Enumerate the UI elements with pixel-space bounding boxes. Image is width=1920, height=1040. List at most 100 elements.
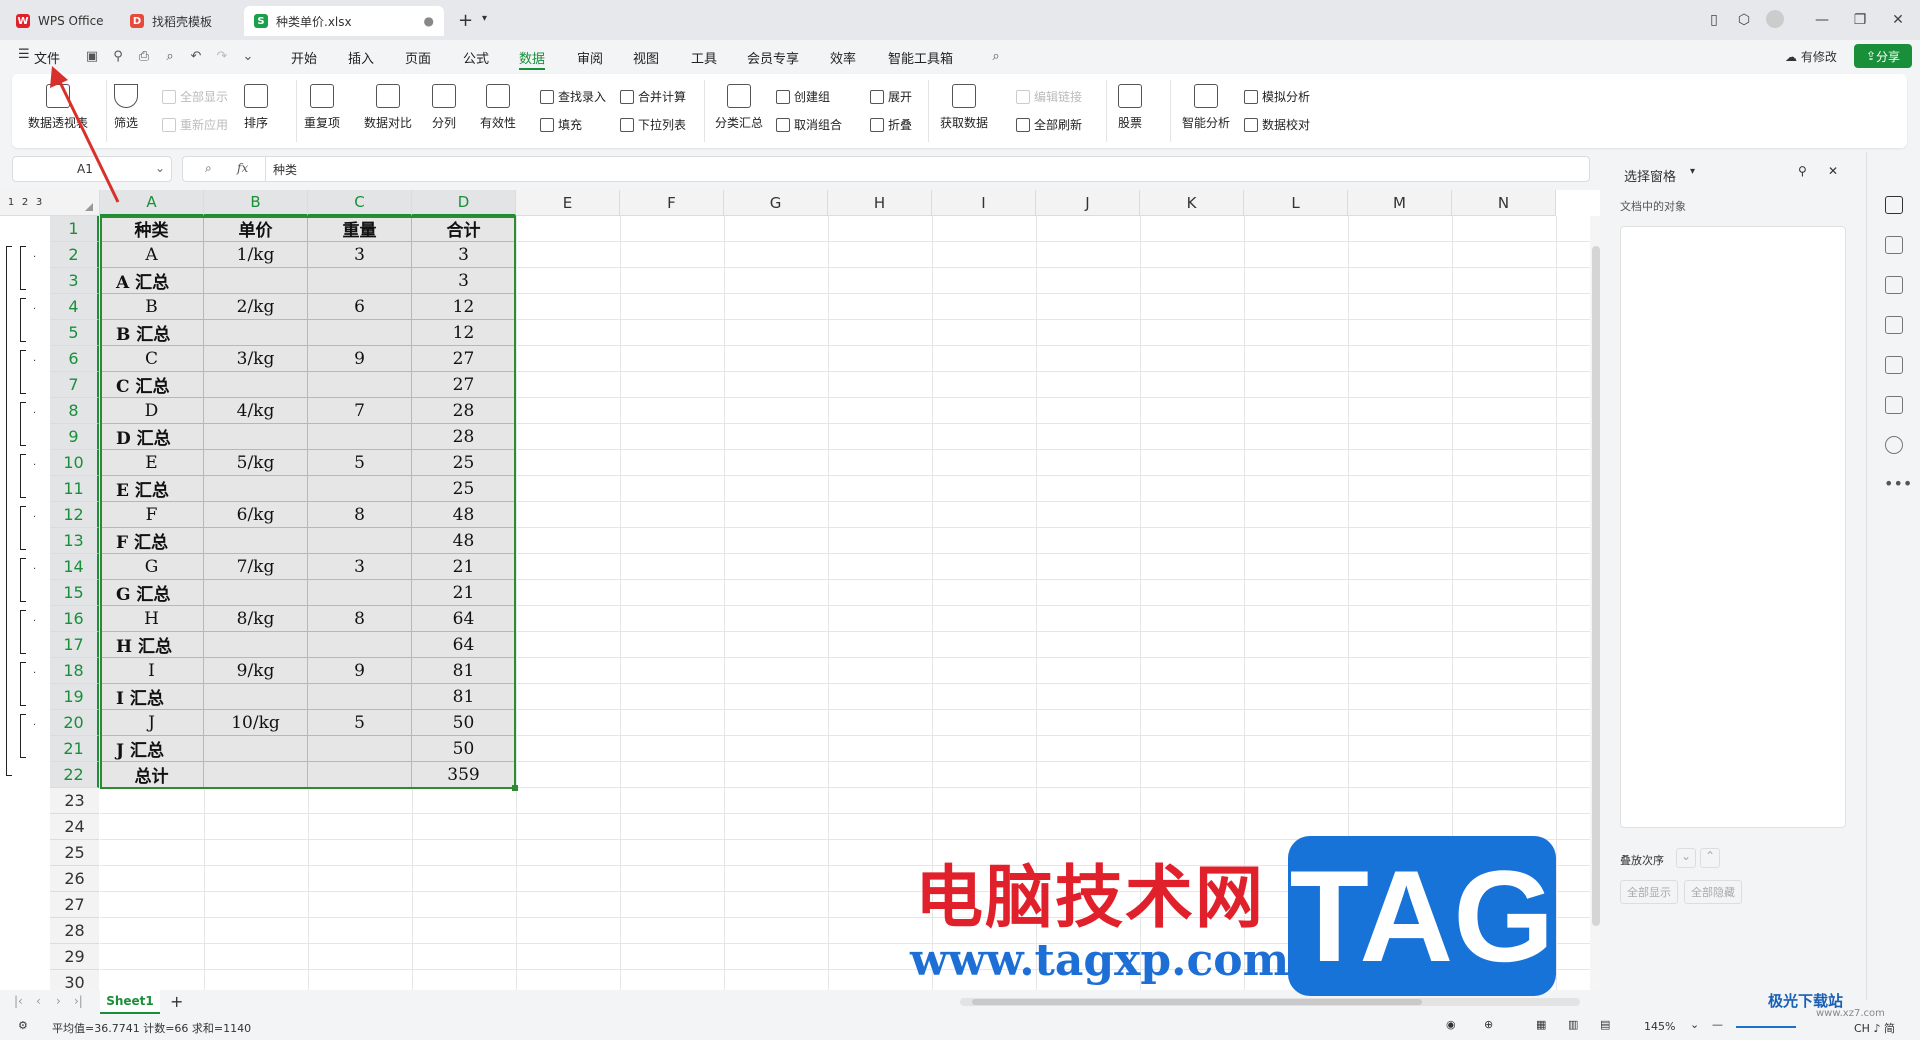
chevron-down-icon[interactable]: ▾	[482, 13, 487, 24]
cell-a13[interactable]: F 汇总	[100, 528, 204, 554]
create-group-button[interactable]: 创建组	[776, 88, 830, 105]
row-header-28[interactable]: 28	[50, 918, 99, 944]
pin-icon[interactable]: ⚲	[110, 48, 126, 64]
cell-a6[interactable]: C	[100, 346, 204, 372]
cube-icon[interactable]: ⬡	[1734, 10, 1754, 30]
hamburger-icon[interactable]: ☰	[18, 47, 30, 62]
cell-a4[interactable]: B	[100, 294, 204, 320]
row-header-27[interactable]: 27	[50, 892, 99, 918]
row-header-16[interactable]: 16	[50, 606, 99, 632]
cell-d21[interactable]: 50	[412, 736, 516, 762]
restore-icon[interactable]: ❐	[1850, 10, 1870, 30]
collapse-button[interactable]: 折叠	[870, 116, 912, 133]
cell-d7[interactable]: 27	[412, 372, 516, 398]
cell-a15[interactable]: G 汇总	[100, 580, 204, 606]
tab-docer[interactable]: D 找稻壳模板	[120, 6, 238, 36]
next-sheet-icon[interactable]: ›	[56, 994, 61, 1008]
layout-icon[interactable]: ▯	[1704, 10, 1724, 30]
cell-b3[interactable]	[204, 268, 308, 294]
cell-c18[interactable]: 9	[308, 658, 412, 684]
changes-indicator[interactable]: ☁ 有修改	[1785, 48, 1837, 65]
comment-icon[interactable]	[1885, 276, 1903, 294]
cell-b21[interactable]	[204, 736, 308, 762]
column-header-j[interactable]: J	[1036, 190, 1140, 216]
dropdown-list-button[interactable]: 下拉列表	[620, 116, 686, 133]
lookup-button[interactable]: 查找录入	[540, 88, 606, 105]
cell-d18[interactable]: 81	[412, 658, 516, 684]
zoom-level[interactable]: 145%	[1644, 1020, 1675, 1033]
cell-b15[interactable]	[204, 580, 308, 606]
redo-icon[interactable]: ↷	[214, 48, 230, 64]
cell-c10[interactable]: 5	[308, 450, 412, 476]
chevron-down-icon[interactable]: ⌄	[155, 161, 165, 175]
chevron-down-icon[interactable]: ⌄	[240, 48, 256, 64]
cell-c13[interactable]	[308, 528, 412, 554]
cell-c14[interactable]: 3	[308, 554, 412, 580]
cell-a3[interactable]: A 汇总	[100, 268, 204, 294]
cell-c20[interactable]: 5	[308, 710, 412, 736]
close-icon[interactable]: ✕	[1888, 10, 1908, 30]
row-header-5[interactable]: 5	[50, 320, 99, 346]
hide-all-objects-button[interactable]: 全部隐藏	[1684, 880, 1742, 904]
page-view-icon[interactable]: ▤	[1600, 1018, 1610, 1031]
cell-a11[interactable]: E 汇总	[100, 476, 204, 502]
cell-c2[interactable]: 3	[308, 242, 412, 268]
cell-a14[interactable]: G	[100, 554, 204, 580]
menu-start[interactable]: 开始	[291, 48, 317, 67]
simulation-button[interactable]: 模拟分析	[1244, 88, 1310, 105]
cell-c22[interactable]	[308, 762, 412, 788]
cell-d11[interactable]: 25	[412, 476, 516, 502]
refresh-all-button[interactable]: 全部刷新	[1016, 116, 1082, 133]
zoom-slider[interactable]	[1736, 1026, 1796, 1028]
cell-d4[interactable]: 12	[412, 294, 516, 320]
cell-a22[interactable]: 总计	[100, 762, 204, 788]
row-header-21[interactable]: 21	[50, 736, 99, 762]
cell-b8[interactable]: 4/kg	[204, 398, 308, 424]
cell-d9[interactable]: 28	[412, 424, 516, 450]
cell-d5[interactable]: 12	[412, 320, 516, 346]
cell-a20[interactable]: J	[100, 710, 204, 736]
cell-b19[interactable]	[204, 684, 308, 710]
zoom-formula-icon[interactable]: ⌕	[205, 161, 212, 176]
sheet-tab-sheet1[interactable]: Sheet1	[100, 990, 160, 1014]
cell-c19[interactable]	[308, 684, 412, 710]
zoom-minus-icon[interactable]: —	[1712, 1018, 1723, 1031]
cell-c12[interactable]: 8	[308, 502, 412, 528]
preview-icon[interactable]: ⌕	[162, 48, 178, 64]
column-header-b[interactable]: B	[204, 190, 308, 216]
reapply-button[interactable]: 重新应用	[162, 116, 228, 133]
reading-view-icon[interactable]: ▥	[1568, 1018, 1578, 1031]
cell-d10[interactable]: 25	[412, 450, 516, 476]
column-header-k[interactable]: K	[1140, 190, 1244, 216]
cell-a12[interactable]: F	[100, 502, 204, 528]
get-data-button[interactable]: 获取数据	[940, 84, 988, 131]
cell-c17[interactable]	[308, 632, 412, 658]
undo-icon[interactable]: ↶	[188, 48, 204, 64]
cell-a10[interactable]: E	[100, 450, 204, 476]
show-all-button[interactable]: 全部显示	[162, 88, 228, 105]
row-header-29[interactable]: 29	[50, 944, 99, 970]
cell-b7[interactable]	[204, 372, 308, 398]
column-header-i[interactable]: I	[932, 190, 1036, 216]
cell-b14[interactable]: 7/kg	[204, 554, 308, 580]
duplicates-button[interactable]: 重复项	[304, 84, 340, 131]
menu-tools[interactable]: 工具	[691, 48, 717, 67]
cell-a8[interactable]: D	[100, 398, 204, 424]
row-header-1[interactable]: 1	[50, 216, 99, 242]
search-icon[interactable]: ⌕	[988, 48, 1004, 64]
edit-icon[interactable]	[1885, 316, 1903, 334]
save-icon[interactable]: ▣	[84, 48, 100, 64]
cell-b2[interactable]: 1/kg	[204, 242, 308, 268]
split-button[interactable]: 分列	[432, 84, 456, 131]
cell-a1[interactable]: 种类	[100, 216, 204, 242]
minimize-icon[interactable]: —	[1812, 10, 1832, 30]
validity-button[interactable]: 有效性	[480, 84, 516, 131]
subtotal-button[interactable]: 分类汇总	[715, 84, 763, 131]
row-header-24[interactable]: 24	[50, 814, 99, 840]
row-header-13[interactable]: 13	[50, 528, 99, 554]
row-header-10[interactable]: 10	[50, 450, 99, 476]
row-header-14[interactable]: 14	[50, 554, 99, 580]
move-down-icon[interactable]: ⌄	[1676, 848, 1696, 868]
print-icon[interactable]: ⎙	[136, 48, 152, 64]
menu-member[interactable]: 会员专享	[747, 48, 799, 67]
